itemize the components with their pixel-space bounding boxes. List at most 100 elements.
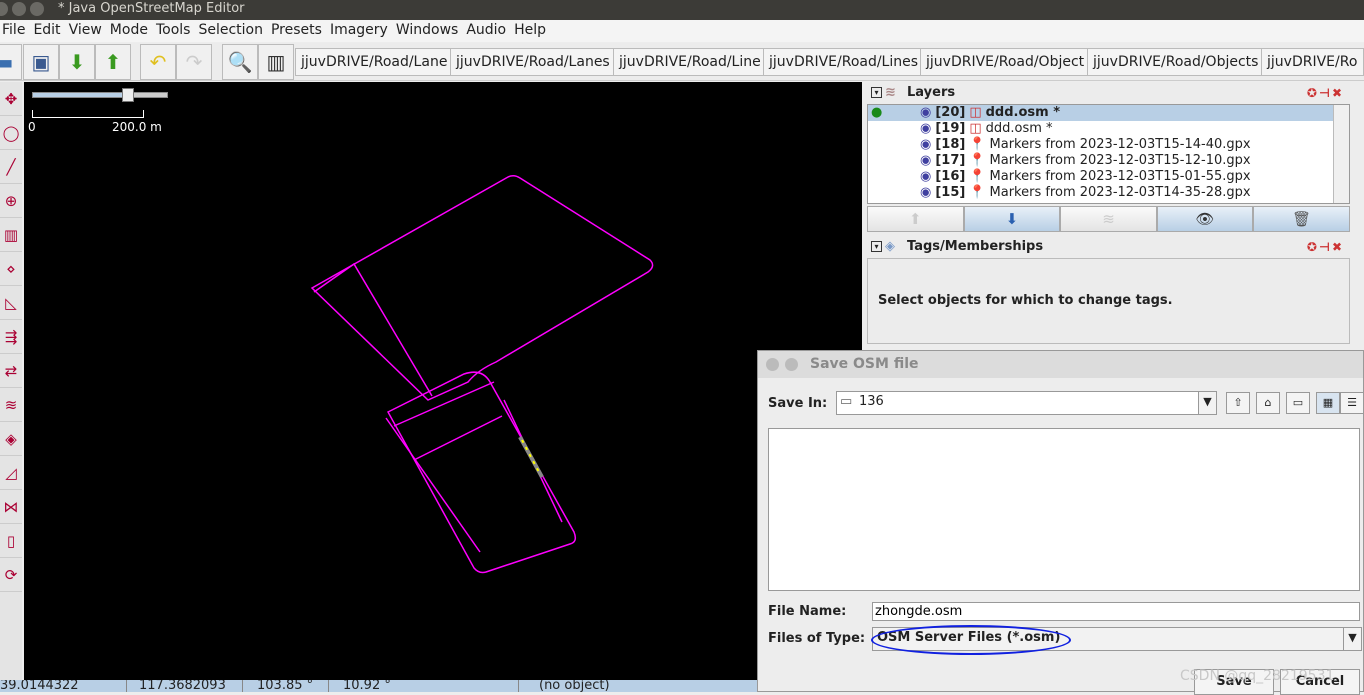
dialog-minimize-button[interactable] (785, 358, 798, 371)
parallel-tool[interactable]: ⇶ (0, 320, 22, 354)
menu-windows[interactable]: Windows (390, 20, 465, 42)
layer-number: [19] (935, 121, 966, 136)
draw-tool[interactable]: ╱ (0, 150, 22, 184)
osm-layer-icon: ◫ (969, 105, 982, 120)
layers-title: Layers (907, 85, 956, 100)
layer-row[interactable]: ● ◉ [20] ◫ ddd.osm * (868, 105, 1349, 121)
details-view-button[interactable]: ☰ (1340, 392, 1364, 414)
upload-button[interactable]: ⬆ (95, 44, 131, 80)
changeset-toggle[interactable]: ⟳ (0, 558, 22, 592)
folder-icon: ▭ (840, 394, 853, 409)
save-button[interactable]: ▣ (23, 44, 59, 80)
close-window-button[interactable] (0, 2, 8, 16)
eye-icon[interactable]: ◉ (920, 169, 931, 184)
layer-number: [16] (935, 169, 966, 184)
menu-imagery[interactable]: Imagery (324, 20, 394, 42)
dialog-title: Save OSM file (810, 356, 919, 372)
maximize-window-button[interactable] (30, 2, 44, 16)
move-down-button[interactable]: ⬇ (963, 206, 1061, 232)
layer-row[interactable]: ◉ [15] 📍 Markers from 2023-12-03T14-35-28.g… (868, 185, 1349, 201)
save-in-combo[interactable]: ▭ 136 ▼ (836, 391, 1217, 415)
lasso-tool[interactable]: ◯ (0, 116, 22, 150)
layer-row[interactable]: ◉ [16] 📍 Markers from 2023-12-03T15-01-55.g… (868, 169, 1349, 185)
open-button[interactable]: ▬ (0, 44, 22, 80)
highlight-annotation (871, 625, 1071, 655)
preset-button[interactable]: jjuvDRIVE/Road/Lanes (450, 48, 616, 76)
eye-icon[interactable]: ◉ (920, 153, 931, 168)
layers-toggle[interactable]: ≋ (0, 388, 22, 422)
redo-button[interactable]: ↷ (176, 44, 212, 80)
preset-button[interactable]: jjuvDRIVE/Road/Object (920, 48, 1091, 76)
right-panel: ▾ ≋ Layers ✪⊣✖ ● ◉ [20] ◫ ddd.osm * ◉ [19] ◫ ddd… (865, 82, 1350, 344)
layer-number: [20] (935, 105, 966, 120)
layer-list[interactable]: ● ◉ [20] ◫ ddd.osm * ◉ [19] ◫ ddd.osm * ◉ [18] 📍 Mar… (867, 104, 1350, 204)
menu-mode[interactable]: Mode (104, 20, 154, 42)
layers-icon: ≋ (885, 85, 896, 100)
minimize-window-button[interactable] (12, 2, 26, 16)
eye-icon[interactable]: ◉ (920, 105, 931, 120)
tags-toggle[interactable]: ◈ (0, 422, 22, 456)
layer-list-scrollbar[interactable] (1333, 105, 1349, 203)
preset-button[interactable]: jjuvDRIVE/Road/Objects (1087, 48, 1265, 76)
menu-presets[interactable]: Presets (265, 20, 328, 42)
undo-button[interactable]: ↶ (140, 44, 176, 80)
collapse-icon[interactable]: ▾ (871, 87, 882, 98)
layer-row[interactable]: ◉ [18] 📍 Markers from 2023-12-03T15-14-40.g… (868, 137, 1349, 153)
way (313, 262, 433, 397)
download-button[interactable]: ⬇ (59, 44, 95, 80)
eye-icon[interactable]: ◉ (920, 121, 931, 136)
map-view[interactable]: 0 200.0 m (24, 82, 862, 680)
angle-tool[interactable]: ◺ (0, 286, 22, 320)
preset-button[interactable]: jjuvDRIVE/Road/Line (613, 48, 767, 76)
menu-help[interactable]: Help (508, 20, 552, 42)
zoom-button[interactable]: 🔍 (222, 44, 258, 80)
eye-icon: 👁 (1195, 210, 1215, 228)
improve-way-tool[interactable]: ⋄ (0, 252, 22, 286)
home-button[interactable]: ⌂ (1256, 392, 1280, 414)
menu-audio[interactable]: Audio (460, 20, 512, 42)
dialog-titlebar: Save OSM file (758, 351, 1363, 378)
new-folder-button[interactable]: ▭ (1286, 392, 1310, 414)
panel-controls[interactable]: ✪⊣✖ (1307, 82, 1344, 104)
menu-view[interactable]: View (63, 20, 108, 42)
upload-icon: ⬆ (104, 50, 122, 74)
validator-toggle[interactable]: ◿ (0, 456, 22, 490)
way (386, 371, 577, 574)
show-hide-button[interactable]: 👁 (1156, 206, 1254, 232)
menu-selection[interactable]: Selection (192, 20, 269, 42)
list-view-button[interactable]: ▦ (1316, 392, 1340, 414)
tags-header: ▾ ◈ Tags/Memberships ✪⊣✖ (865, 236, 1350, 258)
merge-button[interactable]: ≋ (1060, 206, 1157, 232)
split-tool[interactable]: ⇄ (0, 354, 22, 388)
preferences-button[interactable]: ▥ (258, 44, 294, 80)
layer-row[interactable]: ◉ [19] ◫ ddd.osm * (868, 121, 1349, 137)
preset-button[interactable]: jjuvDRIVE/Road/Lane (295, 48, 454, 76)
map-toggle[interactable]: ▯ (0, 524, 22, 558)
file-name-input[interactable] (872, 602, 1360, 621)
select-tool[interactable]: ✥ (0, 82, 22, 116)
menu-edit[interactable]: Edit (27, 20, 66, 42)
map-ways (310, 174, 654, 574)
relation-toggle[interactable]: ⋈ (0, 490, 22, 524)
delete-tool[interactable]: ▥ (0, 218, 22, 252)
file-list[interactable] (768, 428, 1360, 591)
up-folder-button[interactable]: ⇧ (1226, 392, 1250, 414)
preset-button[interactable]: jjuvDRIVE/Road/Lines (763, 48, 925, 76)
collapse-icon[interactable]: ▾ (871, 241, 882, 252)
menu-tools[interactable]: Tools (150, 20, 197, 42)
layer-row[interactable]: ◉ [17] 📍 Markers from 2023-12-03T15-12-10.g… (868, 153, 1349, 169)
zoom-tool[interactable]: ⊕ (0, 184, 22, 218)
panel-controls[interactable]: ✪⊣✖ (1307, 236, 1344, 258)
preset-button[interactable]: jjuvDRIVE/Ro (1261, 48, 1364, 76)
move-up-button[interactable]: ⬆ (867, 206, 964, 232)
save-in-label: Save In: (768, 396, 828, 411)
layer-buttons: ⬆ ⬇ ≋ 👁 🗑 (867, 206, 1350, 232)
delete-layer-button[interactable]: 🗑 (1253, 206, 1350, 232)
selected-way (518, 436, 544, 478)
dialog-close-button[interactable] (766, 358, 779, 371)
layer-number: [15] (935, 185, 966, 200)
mode-toolbar: ✥ ◯ ╱ ⊕ ▥ ⋄ ◺ ⇶ ⇄ ≋ ◈ ◿ ⋈ ▯ ⟳ (0, 82, 22, 680)
layer-name: Markers from 2023-12-03T14-35-28.gpx (989, 185, 1251, 200)
eye-icon[interactable]: ◉ (920, 185, 931, 200)
eye-icon[interactable]: ◉ (920, 137, 931, 152)
